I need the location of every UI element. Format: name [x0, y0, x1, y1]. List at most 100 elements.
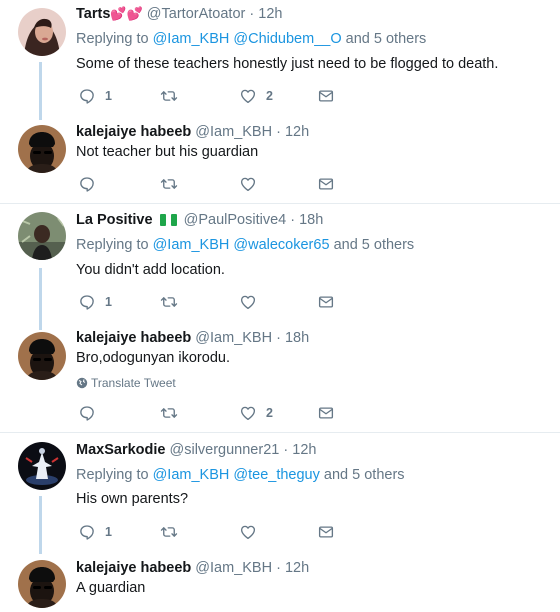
- tweet-header: kalejaiye habeeb @Iam_KBH · 18h: [76, 328, 309, 348]
- direct-message-button[interactable]: [317, 292, 335, 312]
- mention-link[interactable]: @Chidubem__O: [233, 31, 341, 47]
- retweet-button[interactable]: [160, 86, 187, 106]
- retweet-icon: [160, 175, 178, 193]
- replying-to: Replying to @Iam_KBH @walecoker65 and 5 …: [76, 235, 414, 255]
- like-icon: [239, 87, 257, 105]
- translate-tweet-link[interactable]: Translate Tweet: [76, 375, 176, 391]
- tweet-reply-habeeb[interactable]: kalejaiye habeeb @Iam_KBH · 12h A guardi…: [0, 551, 560, 612]
- mail-icon: [317, 87, 335, 105]
- retweet-button[interactable]: [160, 522, 187, 542]
- globe-icon: [76, 377, 88, 389]
- display-name[interactable]: MaxSarkodie: [76, 442, 165, 458]
- mail-icon: [317, 404, 335, 422]
- direct-message-button[interactable]: [317, 403, 335, 423]
- like-button[interactable]: [239, 174, 266, 194]
- separator-dot: ·: [249, 6, 255, 22]
- tweet-header: kalejaiye habeeb @Iam_KBH · 12h: [76, 122, 309, 142]
- tweet-la-positive[interactable]: La Positive @PaulPositive4 · 18h Replyin…: [0, 204, 560, 330]
- reply-icon: [78, 87, 96, 105]
- reply-icon: [78, 293, 96, 311]
- direct-message-button[interactable]: [317, 174, 335, 194]
- avatar[interactable]: [18, 442, 66, 490]
- user-handle[interactable]: @PaulPositive4: [184, 212, 287, 228]
- timestamp[interactable]: 12h: [285, 124, 309, 140]
- like-button[interactable]: 2: [239, 86, 273, 106]
- like-icon: [239, 523, 257, 541]
- tweet-reply-habeeb[interactable]: kalejaiye habeeb @Iam_KBH · 18h Bro,odog…: [0, 324, 560, 432]
- nigeria-flag-icon: [159, 214, 177, 226]
- separator-dot: ·: [276, 330, 281, 346]
- others-link[interactable]: and 5 others: [334, 237, 415, 253]
- reply-button[interactable]: [78, 403, 105, 423]
- reply-button[interactable]: 1: [78, 292, 112, 312]
- tweet-actions: 1: [76, 292, 346, 312]
- mention-link[interactable]: @Iam_KBH: [153, 31, 230, 47]
- tweet-header: kalejaiye habeeb @Iam_KBH · 12h: [76, 558, 309, 578]
- display-name[interactable]: kalejaiye habeeb: [76, 560, 191, 576]
- mention-link[interactable]: @walecoker65: [233, 237, 329, 253]
- tweet-header: La Positive @PaulPositive4 · 18h: [76, 210, 323, 230]
- user-handle[interactable]: @Iam_KBH: [195, 124, 272, 140]
- avatar[interactable]: [18, 332, 66, 380]
- others-link[interactable]: and 5 others: [346, 31, 427, 47]
- reply-count: 1: [105, 89, 112, 103]
- replying-to: Replying to @Iam_KBH @tee_theguy and 5 o…: [76, 465, 405, 485]
- user-handle[interactable]: @silvergunner21: [170, 442, 280, 458]
- like-count: 2: [266, 89, 273, 103]
- user-handle[interactable]: @TartorAtoator: [147, 6, 246, 22]
- retweet-icon: [160, 404, 178, 422]
- display-name[interactable]: La Positive: [76, 212, 153, 228]
- mention-link[interactable]: @Iam_KBH: [153, 237, 230, 253]
- avatar[interactable]: [18, 560, 66, 608]
- tweet-text: A guardian: [76, 580, 146, 596]
- timestamp[interactable]: 12h: [292, 442, 316, 458]
- tweet-text: Not teacher but his guardian: [76, 144, 259, 160]
- direct-message-button[interactable]: [317, 86, 335, 106]
- direct-message-button[interactable]: [317, 522, 335, 542]
- tweet-header: MaxSarkodie @silvergunner21 · 12h: [76, 440, 316, 460]
- user-handle[interactable]: @Iam_KBH: [195, 560, 272, 576]
- like-button[interactable]: [239, 522, 266, 542]
- replying-to-label: Replying to: [76, 237, 149, 253]
- timestamp[interactable]: 12h: [258, 6, 282, 22]
- reply-icon: [78, 404, 96, 422]
- avatar[interactable]: [18, 212, 66, 260]
- mention-link[interactable]: @tee_theguy: [233, 467, 319, 483]
- mail-icon: [317, 293, 335, 311]
- user-handle[interactable]: @Iam_KBH: [195, 330, 272, 346]
- like-icon: [239, 175, 257, 193]
- tweet-tarts[interactable]: Tarts💕💕 @TartorAtoator · 12h Replying to…: [0, 0, 560, 120]
- display-name[interactable]: kalejaiye habeeb: [76, 330, 191, 346]
- like-count: 2: [266, 406, 273, 420]
- heart-emoji-icon: 💕💕: [110, 6, 143, 21]
- display-name[interactable]: kalejaiye habeeb: [76, 124, 191, 140]
- timestamp[interactable]: 18h: [285, 330, 309, 346]
- reply-button[interactable]: [78, 174, 105, 194]
- tweet-header: Tarts💕💕 @TartorAtoator · 12h: [76, 4, 282, 24]
- avatar[interactable]: [18, 125, 66, 173]
- separator-dot: ·: [276, 560, 281, 576]
- like-button[interactable]: [239, 292, 266, 312]
- retweet-button[interactable]: [160, 292, 187, 312]
- tweet-actions: 1: [76, 522, 346, 542]
- reply-button[interactable]: 1: [78, 522, 112, 542]
- like-button[interactable]: 2: [239, 403, 273, 423]
- timestamp[interactable]: 18h: [299, 212, 323, 228]
- reply-button[interactable]: 1: [78, 86, 112, 106]
- avatar[interactable]: [18, 8, 66, 56]
- tweet-actions: 2: [76, 403, 346, 423]
- retweet-button[interactable]: [160, 174, 187, 194]
- mention-link[interactable]: @Iam_KBH: [153, 467, 230, 483]
- others-link[interactable]: and 5 others: [324, 467, 405, 483]
- tweet-maxsarkodie[interactable]: MaxSarkodie @silvergunner21 · 12h Replyi…: [0, 433, 560, 554]
- retweet-button[interactable]: [160, 403, 187, 423]
- separator-dot: ·: [290, 212, 296, 228]
- timestamp[interactable]: 12h: [285, 560, 309, 576]
- display-name[interactable]: Tarts: [76, 6, 110, 22]
- replying-to: Replying to @Iam_KBH @Chidubem__O and 5 …: [76, 29, 426, 49]
- thread-line: [39, 62, 42, 120]
- tweet-text: You didn't add location.: [76, 262, 225, 278]
- like-icon: [239, 293, 257, 311]
- reply-icon: [78, 175, 96, 193]
- tweet-reply-habeeb[interactable]: kalejaiye habeeb @Iam_KBH · 12h Not teac…: [0, 118, 560, 203]
